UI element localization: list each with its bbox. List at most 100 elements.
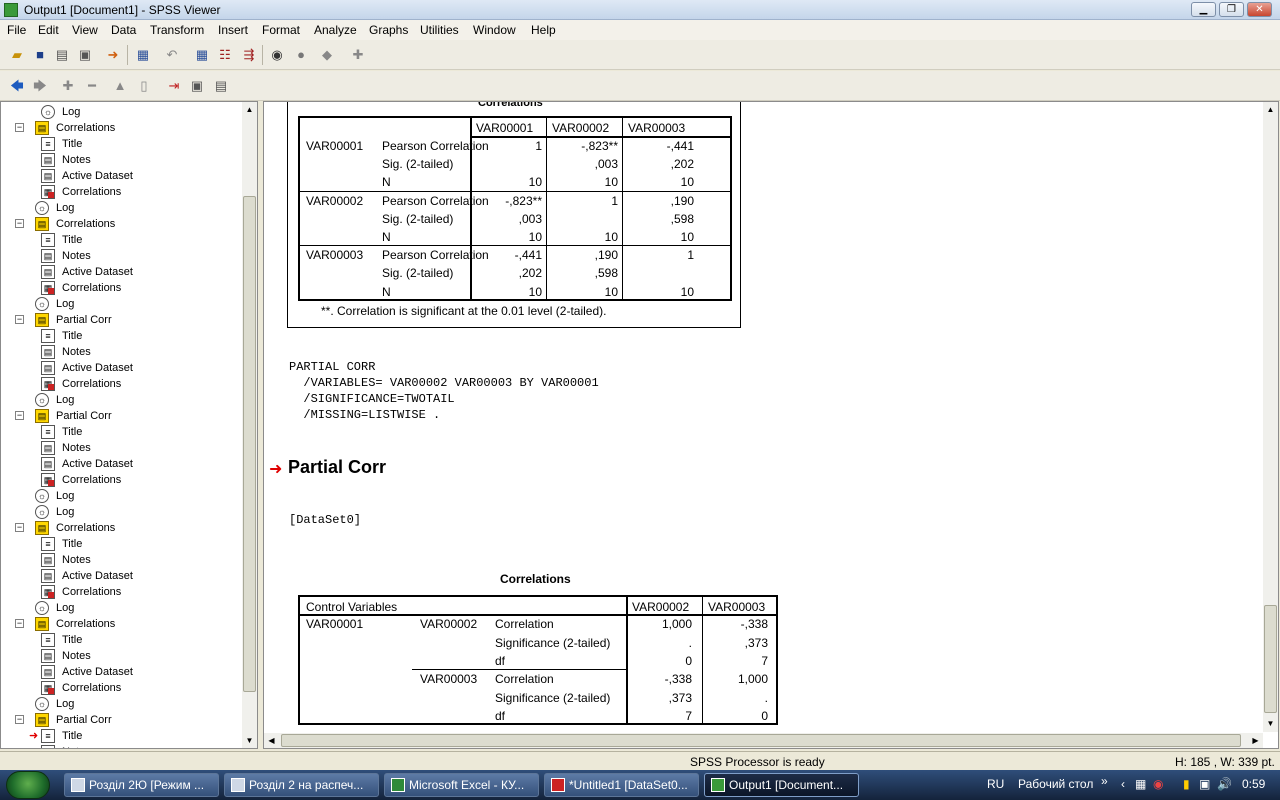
collapse-toggle-icon[interactable]: − — [15, 523, 24, 532]
collapse-toggle-icon[interactable]: − — [15, 715, 24, 724]
save-icon[interactable]: ■ — [31, 46, 49, 64]
outline-item[interactable]: ▦ Correlations — [1, 376, 241, 392]
task-word-doc-2[interactable]: Розділ 2 на распеч... — [224, 773, 379, 797]
outline-item[interactable]: ☼ Log — [1, 392, 241, 408]
outline-item[interactable]: ▤ Active Dataset — [1, 568, 241, 584]
outline-item[interactable]: ▤ Notes — [1, 744, 241, 748]
menu-edit[interactable]: Edit — [38, 23, 59, 37]
insert-icon[interactable]: ◆ — [318, 46, 336, 64]
scroll-down-arrow-icon[interactable]: ▼ — [242, 733, 257, 748]
expand-icon[interactable]: ✚ — [59, 77, 77, 95]
show-icon[interactable]: ▲ — [111, 77, 129, 95]
menu-file[interactable]: File — [7, 23, 26, 37]
outline-item[interactable]: ▤ Notes — [1, 648, 241, 664]
outline-item[interactable]: ➜ ≡ Title — [1, 728, 241, 744]
clock[interactable]: 0:59 — [1242, 777, 1265, 791]
outline-item[interactable]: ☼ Log — [1, 104, 241, 120]
task-spss-data[interactable]: *Untitled1 [DataSet0... — [544, 773, 699, 797]
tray-expand-icon[interactable]: ‹ — [1121, 777, 1125, 791]
viewer-scroll-thumb[interactable] — [1264, 605, 1277, 713]
outline-item[interactable]: ▤ Notes — [1, 552, 241, 568]
collapse-icon[interactable]: ━ — [83, 77, 101, 95]
print-preview-icon[interactable]: ▣ — [76, 46, 94, 64]
outline-item[interactable]: ▦ Correlations — [1, 184, 241, 200]
scroll-left-arrow-icon[interactable]: ◀ — [264, 733, 279, 748]
section-heading[interactable]: Partial Corr — [288, 457, 386, 478]
maximize-button[interactable]: ❐ — [1219, 2, 1244, 17]
outline-item[interactable]: ☼ Log — [1, 296, 241, 312]
insert-heading-icon[interactable]: ⇥ — [165, 77, 183, 95]
outline-item[interactable]: ≡ Title — [1, 136, 241, 152]
menu-data[interactable]: Data — [111, 23, 136, 37]
outline-item[interactable]: ▤ Active Dataset — [1, 264, 241, 280]
scroll-right-arrow-icon[interactable]: ▶ — [1248, 733, 1263, 748]
outline-item[interactable]: ▤ Active Dataset — [1, 360, 241, 376]
correlations-table[interactable]: VAR00001 VAR00002 VAR00003 VAR00001 Pearson … — [298, 116, 732, 301]
collapse-toggle-icon[interactable]: − — [15, 619, 24, 628]
select-cases-icon[interactable]: ⇶ — [240, 46, 258, 64]
viewer-hscroll-thumb[interactable] — [281, 734, 1241, 747]
task-excel[interactable]: Microsoft Excel - КУ... — [384, 773, 539, 797]
volume-icon[interactable]: 🔊 — [1217, 777, 1232, 791]
task-word-doc-1[interactable]: Розділ 2Ю [Режим ... — [64, 773, 219, 797]
outline-item[interactable]: ▤ Active Dataset — [1, 168, 241, 184]
start-button[interactable] — [6, 771, 50, 799]
outline-item[interactable]: ▦ Correlations — [1, 584, 241, 600]
collapse-toggle-icon[interactable]: − — [15, 123, 24, 132]
desktop-toolbar[interactable]: Рабочий стол — [1018, 777, 1093, 791]
outline-item[interactable]: − ▤ Correlations — [1, 216, 241, 232]
outline-item[interactable]: ☼ Log — [1, 600, 241, 616]
collapse-toggle-icon[interactable]: − — [15, 315, 24, 324]
outline-item[interactable]: ▤ Notes — [1, 248, 241, 264]
goto-data-icon[interactable]: ▦ — [193, 46, 211, 64]
chart-icon[interactable]: ◉ — [268, 46, 286, 64]
outline-item[interactable]: ☼ Log — [1, 696, 241, 712]
insert-text-icon[interactable]: ▤ — [212, 77, 230, 95]
menu-help[interactable]: Help — [531, 23, 556, 37]
menu-format[interactable]: Format — [262, 23, 300, 37]
outline-item[interactable]: − ▤ Correlations — [1, 120, 241, 136]
partial-correlations-table[interactable]: Control Variables VAR00002 VAR00003 VAR0000… — [298, 595, 778, 725]
undo-icon[interactable]: ↶ — [163, 46, 181, 64]
outline-item[interactable]: ≡ Title — [1, 232, 241, 248]
outline-item[interactable]: − ▤ Partial Corr — [1, 312, 241, 328]
outline-item[interactable]: ☼ Log — [1, 488, 241, 504]
menu-graphs[interactable]: Graphs — [369, 23, 408, 37]
menu-utilities[interactable]: Utilities — [420, 23, 459, 37]
outline-item[interactable]: − ▤ Partial Corr — [1, 712, 241, 728]
outline-item[interactable]: ≡ Title — [1, 536, 241, 552]
outline-item[interactable]: ▤ Notes — [1, 440, 241, 456]
outline-item[interactable]: ≡ Title — [1, 424, 241, 440]
outline-item[interactable]: ☼ Log — [1, 200, 241, 216]
outline-item[interactable]: ≡ Title — [1, 632, 241, 648]
add-icon[interactable]: ✚ — [349, 46, 367, 64]
viewer-horizontal-scrollbar[interactable]: ◀ ▶ — [264, 733, 1263, 748]
outline-scroll-thumb[interactable] — [243, 196, 256, 692]
open-icon[interactable]: ▰ — [8, 46, 26, 64]
menu-transform[interactable]: Transform — [150, 23, 204, 37]
outline-item[interactable]: − ▤ Partial Corr — [1, 408, 241, 424]
menu-window[interactable]: Window — [473, 23, 516, 37]
outline-item[interactable]: ▦ Correlations — [1, 280, 241, 296]
outline-item[interactable]: ☼ Log — [1, 504, 241, 520]
scroll-up-arrow-icon[interactable]: ▲ — [242, 102, 257, 117]
export-icon[interactable]: ➜ — [104, 46, 122, 64]
print-icon[interactable]: ▤ — [53, 46, 71, 64]
task-spss-viewer[interactable]: Output1 [Document... — [704, 773, 859, 797]
menu-analyze[interactable]: Analyze — [314, 23, 357, 37]
viewer-vertical-scrollbar[interactable]: ▲ ▼ — [1263, 102, 1278, 732]
language-indicator[interactable]: RU — [987, 777, 1004, 791]
toolbar-chevron-icon[interactable]: » — [1101, 774, 1108, 788]
designate-window-icon[interactable]: ● — [292, 46, 310, 64]
menu-insert[interactable]: Insert — [218, 23, 248, 37]
collapse-toggle-icon[interactable]: − — [15, 411, 24, 420]
insert-title-icon[interactable]: ▣ — [188, 77, 206, 95]
scroll-down-arrow-icon[interactable]: ▼ — [1263, 716, 1278, 731]
minimize-button[interactable]: ▁ — [1191, 2, 1216, 17]
outline-item[interactable]: ▦ Correlations — [1, 472, 241, 488]
outline-item[interactable]: ▤ Notes — [1, 152, 241, 168]
outline-item[interactable]: − ▤ Correlations — [1, 616, 241, 632]
forward-arrow-icon[interactable]: 🡆 — [31, 77, 49, 95]
scroll-up-arrow-icon[interactable]: ▲ — [1263, 102, 1278, 117]
collapse-toggle-icon[interactable]: − — [15, 219, 24, 228]
